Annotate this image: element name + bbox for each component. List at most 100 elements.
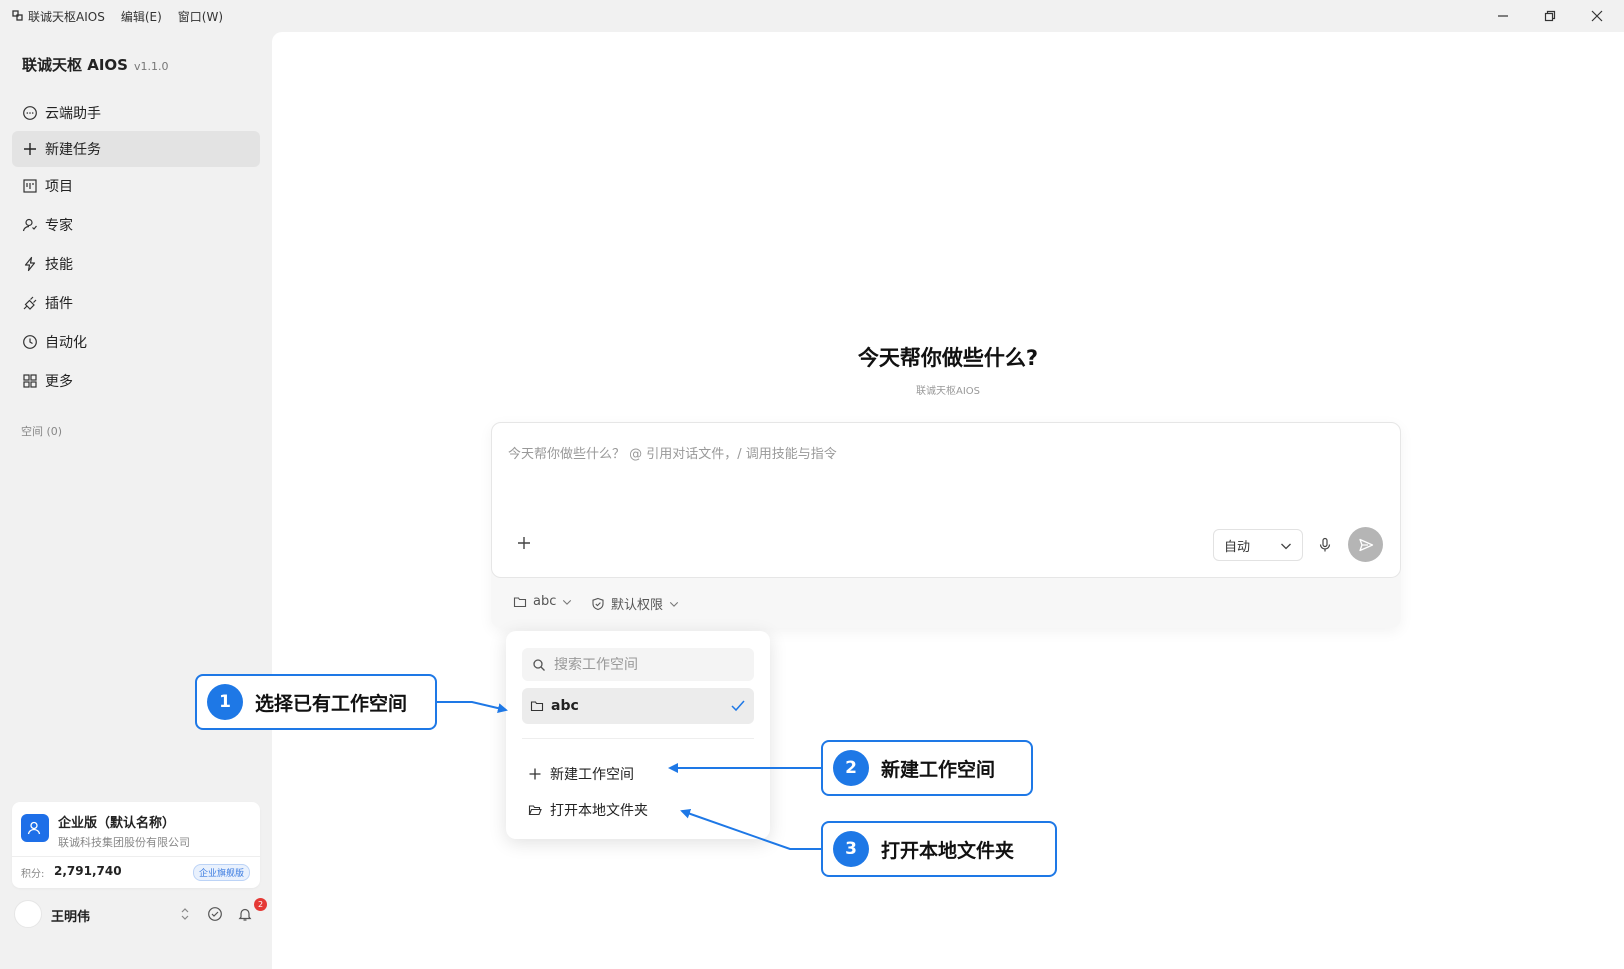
workspace-search[interactable] xyxy=(522,648,754,681)
plus-icon xyxy=(529,768,541,780)
mode-select[interactable]: 自动 xyxy=(1213,529,1303,561)
send-icon xyxy=(1358,538,1373,551)
sidebar-item-label: 插件 xyxy=(45,296,73,312)
new-workspace-label: 新建工作空间 xyxy=(550,767,634,783)
sidebar-item-label: 云端助手 xyxy=(45,106,101,122)
title-bar: 联诚天枢AIOS 编辑(E) 窗口(W) xyxy=(0,0,1624,32)
page-title: 今天帮你做些什么? xyxy=(857,346,1039,370)
sidebar-item-expert[interactable]: 专家 xyxy=(12,207,260,243)
open-local-folder-label: 打开本地文件夹 xyxy=(550,803,648,819)
composer-input[interactable]: 今天帮你做些什么？ @ 引用对话文件，/ 调用技能与指令 xyxy=(508,443,837,462)
chevron-down-icon xyxy=(669,601,679,607)
sidebar-item-plugins[interactable]: 插件 xyxy=(12,285,260,321)
plus-icon xyxy=(24,143,36,155)
shield-icon xyxy=(592,597,604,610)
space-section-label[interactable]: 空间 (0) xyxy=(21,423,62,439)
enterprise-card[interactable]: 企业版（默认名称） 联诚科技集团股份有限公司 积分: 2,791,740 企业旗… xyxy=(12,802,260,888)
edition-badge: 企业旗舰版 xyxy=(192,864,250,881)
callout-3-number: 3 xyxy=(833,831,869,867)
user-name[interactable]: 王明伟 xyxy=(51,906,90,925)
workspace-option-selected[interactable]: abc xyxy=(522,688,754,724)
minimize-icon xyxy=(1498,15,1508,17)
sidebar-item-skills[interactable]: 技能 xyxy=(12,246,260,282)
switch-account-icon[interactable] xyxy=(177,906,193,922)
folder-open-icon xyxy=(528,805,542,816)
callout-3-label: 打开本地文件夹 xyxy=(881,839,1015,862)
status-check-icon[interactable] xyxy=(207,906,223,922)
version-label: v1.1.0 xyxy=(133,60,169,73)
user-row: 王明伟 2 xyxy=(12,898,267,930)
sidebar-item-label: 自动化 xyxy=(45,335,87,351)
clock-icon xyxy=(23,335,37,349)
sidebar-item-label: 专家 xyxy=(45,218,73,234)
bell-icon[interactable] xyxy=(237,906,253,922)
callout-1-number: 1 xyxy=(207,684,243,720)
workspace-search-input[interactable] xyxy=(554,656,744,673)
enterprise-user-icon xyxy=(27,821,41,835)
chevron-down-icon xyxy=(1281,543,1291,550)
app-name: 联诚天枢AIOS xyxy=(28,9,105,24)
workspace-selector[interactable]: abc xyxy=(513,594,572,609)
divider xyxy=(12,856,260,857)
close-button[interactable] xyxy=(1574,0,1620,32)
microphone-icon[interactable] xyxy=(1317,537,1333,553)
workspace-selector-value: abc xyxy=(533,594,557,609)
close-icon xyxy=(1591,10,1603,22)
sidebar-item-label: 项目 xyxy=(45,179,73,195)
expert-user-icon xyxy=(22,218,37,232)
enterprise-icon xyxy=(21,814,49,842)
page-subtitle: 联诚天枢AIOS xyxy=(915,386,980,397)
permission-selector[interactable]: 默认权限 xyxy=(591,594,679,613)
menu-edit[interactable]: 编辑(E) xyxy=(121,8,162,25)
chat-bubble-icon xyxy=(23,106,37,120)
sidebar-item-project[interactable]: 项目 xyxy=(12,168,260,204)
project-board-icon xyxy=(23,179,37,193)
callout-2: 2 新建工作空间 xyxy=(821,740,1033,796)
permission-selector-value: 默认权限 xyxy=(611,598,664,613)
composer[interactable]: 今天帮你做些什么？ @ 引用对话文件，/ 调用技能与指令 自动 xyxy=(491,422,1401,578)
divider xyxy=(522,738,754,739)
search-icon xyxy=(533,658,545,671)
sidebar-item-label: 更多 xyxy=(45,374,73,390)
company-name: 联诚科技集团股份有限公司 xyxy=(58,836,190,849)
callout-1: 1 选择已有工作空间 xyxy=(195,674,437,730)
sidebar-item-cloud-assistant[interactable]: 云端助手 xyxy=(12,95,260,131)
lightning-icon xyxy=(24,256,36,272)
app-logo-icon xyxy=(12,10,23,21)
grid-icon xyxy=(23,374,37,388)
check-icon xyxy=(731,700,745,712)
sidebar-item-new-task[interactable]: 新建任务 xyxy=(12,131,260,167)
plug-icon xyxy=(23,296,37,310)
avatar[interactable] xyxy=(14,900,42,928)
sidebar-item-label: 新建任务 xyxy=(45,142,101,158)
workspace-option-label: abc xyxy=(551,698,579,714)
new-workspace-option[interactable]: 新建工作空间 xyxy=(528,760,748,788)
workspace-dropdown: abc 新建工作空间 打开本地文件夹 xyxy=(506,631,770,839)
menu-window[interactable]: 窗口(W) xyxy=(178,8,223,25)
brand: 联诚天枢 AIOS v1.1.0 xyxy=(22,54,168,75)
mode-select-value: 自动 xyxy=(1224,539,1251,555)
callout-1-label: 选择已有工作空间 xyxy=(255,692,408,715)
points-label: 积分: xyxy=(21,869,45,880)
app-menu[interactable]: 联诚天枢AIOS xyxy=(12,8,105,25)
sidebar-item-more[interactable]: 更多 xyxy=(12,363,260,399)
callout-2-number: 2 xyxy=(833,750,869,786)
minimize-button[interactable] xyxy=(1480,0,1526,32)
brand-name: 联诚天枢 AIOS xyxy=(22,56,128,74)
restore-button[interactable] xyxy=(1527,0,1573,32)
send-button[interactable] xyxy=(1348,527,1383,562)
composer-container: 今天帮你做些什么？ @ 引用对话文件，/ 调用技能与指令 自动 abc 默认权限 xyxy=(491,422,1401,628)
points-value: 2,791,740 xyxy=(54,864,122,878)
folder-icon xyxy=(513,596,527,607)
sidebar-item-label: 技能 xyxy=(45,257,73,273)
sidebar-item-automation[interactable]: 自动化 xyxy=(12,324,260,360)
restore-icon xyxy=(1544,10,1556,22)
enterprise-title: 企业版（默认名称） xyxy=(58,816,176,831)
chevron-down-icon xyxy=(563,599,572,605)
callout-2-label: 新建工作空间 xyxy=(881,758,996,781)
open-local-folder-option[interactable]: 打开本地文件夹 xyxy=(528,796,748,824)
notification-badge: 2 xyxy=(254,898,267,911)
folder-icon xyxy=(530,701,544,712)
callout-3: 3 打开本地文件夹 xyxy=(821,821,1057,877)
attach-plus-icon[interactable] xyxy=(516,535,532,551)
